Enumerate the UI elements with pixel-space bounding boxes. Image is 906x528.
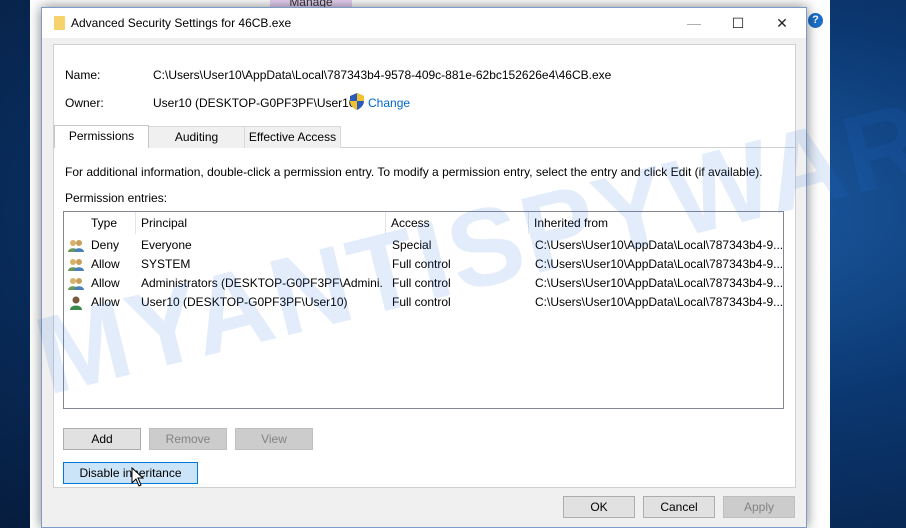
owner-value: User10 (DESKTOP-G0PF3PF\User10) [153,96,360,110]
group-icon [68,239,84,252]
permission-entry-row[interactable]: Allow User10 (DESKTOP-G0PF3PF\User10) Fu… [64,293,783,312]
apply-button[interactable]: Apply [723,496,795,518]
info-text: For additional information, double-click… [65,165,763,179]
entry-principal: Administrators (DESKTOP-G0PF3PF\Admini..… [141,276,384,290]
tab-effective-access[interactable]: Effective Access [244,126,341,148]
tab-auditing[interactable]: Auditing [148,126,245,148]
view-button[interactable]: View [235,428,313,450]
permission-entry-row[interactable]: Deny Everyone Special C:\Users\User10\Ap… [64,236,783,255]
name-value: C:\Users\User10\AppData\Local\787343b4-9… [153,68,612,82]
entry-principal: SYSTEM [141,257,191,271]
uac-shield-icon [350,93,364,113]
entry-type: Allow [91,276,120,290]
advanced-security-dialog: Advanced Security Settings for 46CB.exe … [41,7,807,528]
entry-access: Full control [392,295,451,309]
group-icon [68,258,84,271]
minimize-button[interactable]: — [672,8,716,38]
folder-icon [54,16,65,30]
user-icon [68,296,84,310]
change-owner-link[interactable]: Change [368,96,410,110]
ok-button[interactable]: OK [563,496,635,518]
maximize-button[interactable]: ☐ [716,8,760,38]
permission-entries-label: Permission entries: [65,191,168,205]
permission-entry-row[interactable]: Allow Administrators (DESKTOP-G0PF3PF\Ad… [64,274,783,293]
entry-access: Full control [392,257,451,271]
group-icon [68,277,84,290]
entry-principal: Everyone [141,238,192,252]
mouse-cursor-icon [131,466,145,490]
column-access[interactable]: Access [386,212,529,234]
entry-type: Allow [91,257,120,271]
entry-access: Special [392,238,432,252]
close-button[interactable]: ✕ [760,8,804,38]
permission-entries-list[interactable]: Type Principal Access Inherited from Den… [63,211,784,409]
column-principal[interactable]: Principal [136,212,386,234]
remove-button[interactable]: Remove [149,428,227,450]
entry-type: Allow [91,295,120,309]
entry-principal: User10 (DESKTOP-G0PF3PF\User10) [141,295,348,309]
content-panel: Name: C:\Users\User10\AppData\Local\7873… [53,44,796,488]
column-inherited-from[interactable]: Inherited from [529,212,783,234]
cancel-button[interactable]: Cancel [643,496,715,518]
column-type[interactable]: Type [86,212,136,234]
tab-permissions[interactable]: Permissions [54,125,149,148]
owner-label: Owner: [65,96,104,110]
entry-inherited-from: C:\Users\User10\AppData\Local\787343b4-9… [535,295,783,309]
entry-access: Full control [392,276,451,290]
entry-type: Deny [91,238,120,252]
entry-inherited-from: C:\Users\User10\AppData\Local\787343b4-9… [535,276,783,290]
name-label: Name: [65,68,101,82]
entry-inherited-from: C:\Users\User10\AppData\Local\787343b4-9… [535,257,783,271]
entry-inherited-from: C:\Users\User10\AppData\Local\787343b4-9… [535,238,783,252]
help-icon[interactable]: ? [808,13,823,28]
add-button[interactable]: Add [63,428,141,450]
title-bar: Advanced Security Settings for 46CB.exe … [42,8,806,38]
permission-entry-row[interactable]: Allow SYSTEM Full control C:\Users\User1… [64,255,783,274]
dialog-title: Advanced Security Settings for 46CB.exe [71,16,292,30]
